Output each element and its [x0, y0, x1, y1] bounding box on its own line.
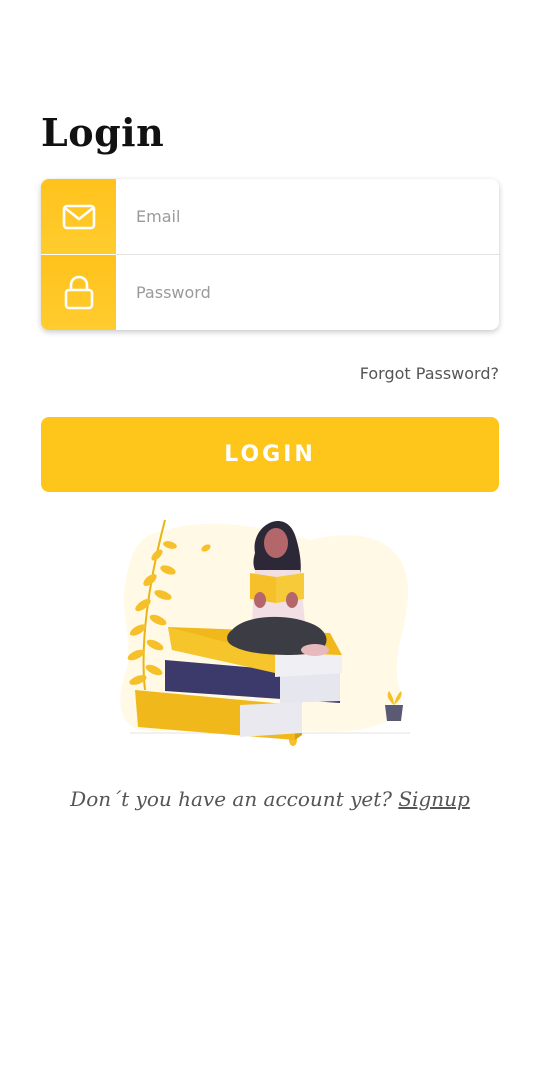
login-form	[41, 179, 499, 330]
password-row	[41, 255, 499, 330]
reading-illustration	[120, 519, 410, 746]
lock-icon	[41, 255, 116, 330]
email-row	[41, 179, 499, 254]
password-input[interactable]	[136, 255, 486, 330]
email-input[interactable]	[136, 179, 486, 254]
page-title: Login	[41, 110, 165, 155]
forgot-password-link[interactable]: Forgot Password?	[360, 364, 499, 383]
signup-prompt: Don´t you have an account yet? Signup	[0, 787, 540, 811]
login-button[interactable]: LOGIN	[41, 417, 499, 492]
mail-icon	[41, 179, 116, 254]
signup-prompt-text: Don´t you have an account yet?	[70, 787, 392, 811]
signup-link[interactable]: Signup	[398, 787, 469, 811]
